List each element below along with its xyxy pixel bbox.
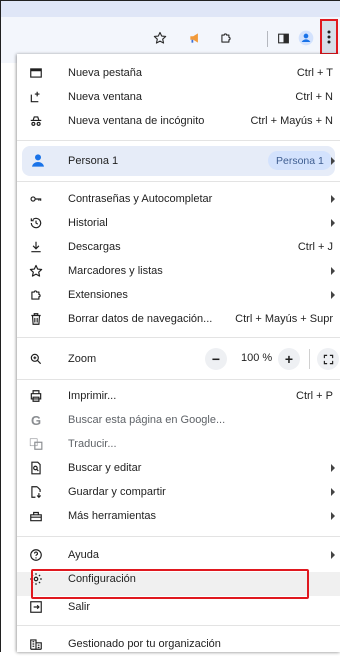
chevron-right-icon [331, 464, 335, 472]
menu-item-label: Contraseñas y Autocompletar [68, 193, 213, 205]
fullscreen-icon [323, 354, 333, 364]
menu-item-more-tools[interactable]: Más herramientas [17, 504, 340, 528]
menu-item-save-share[interactable]: Guardar y compartir [17, 480, 340, 504]
menu-item-label: Salir [68, 601, 91, 613]
menu-separator [17, 379, 340, 380]
chevron-right-icon [331, 267, 335, 275]
google-icon: G [30, 412, 42, 428]
menu-item-label: Marcadores y listas [68, 265, 163, 277]
menu-item-label: Imprimir... [68, 390, 117, 402]
chevron-right-icon [331, 195, 335, 203]
key-icon [27, 190, 45, 208]
star-icon[interactable] [149, 27, 171, 49]
menu-item-exit[interactable]: Salir [17, 595, 340, 619]
find-page-icon [27, 459, 45, 477]
menu-item-clear-data[interactable]: Borrar datos de navegación... Ctrl + May… [17, 307, 340, 331]
exit-icon [27, 598, 45, 616]
menu-item-label: Nueva ventana de incógnito [68, 115, 205, 127]
window-frame-left [0, 0, 1, 652]
menu-separator [17, 140, 340, 141]
menu-item-label: Buscar esta página en Google... [68, 414, 226, 426]
zoom-in-button[interactable]: + [278, 348, 300, 370]
menu-item-shortcut: Ctrl + J [297, 241, 333, 253]
new-window-icon [27, 88, 45, 106]
extension-megaphone-icon[interactable] [184, 27, 206, 49]
chevron-right-icon [331, 291, 335, 299]
chevron-right-icon [331, 219, 335, 227]
menu-item-label: Ayuda [68, 549, 99, 561]
menu-item-label: Guardar y compartir [68, 486, 166, 498]
menu-item-label: Historial [68, 217, 108, 229]
menu-item-translate[interactable]: Traducir... [17, 432, 340, 456]
tab-strip [1, 1, 340, 17]
menu-item-shortcut: Ctrl + Mayús + N [250, 115, 333, 127]
print-icon [27, 387, 45, 405]
menu-separator [17, 625, 340, 626]
menu-item-label: Extensiones [68, 289, 128, 301]
menu-separator [17, 337, 340, 338]
chevron-right-icon [331, 512, 335, 520]
chevron-right-icon [331, 157, 335, 165]
menu-item-label: Buscar y editar [68, 462, 142, 474]
save-share-icon [27, 483, 45, 501]
menu-item-label: Más herramientas [68, 510, 157, 522]
menu-item-label: Zoom [68, 353, 97, 365]
toolbox-icon [27, 507, 45, 525]
menu-item-label: Descargas [68, 241, 121, 253]
extensions-puzzle-icon[interactable] [215, 27, 237, 49]
menu-item-downloads[interactable]: Descargas Ctrl + J [17, 235, 340, 259]
menu-item-new-window[interactable]: Nueva ventana Ctrl + N [17, 85, 340, 109]
incognito-icon [27, 112, 45, 130]
chevron-right-icon [331, 488, 335, 496]
menu-item-new-tab[interactable]: Nueva pestaña Ctrl + T [17, 61, 340, 85]
menu-item-shortcut: Ctrl + P [296, 390, 333, 402]
star-icon [27, 262, 45, 280]
menu-item-extensions[interactable]: Extensiones [17, 283, 340, 307]
zoom-out-button[interactable]: − [205, 348, 227, 370]
menu-item-passwords[interactable]: Contraseñas y Autocompletar [17, 187, 340, 211]
menu-item-find-edit[interactable]: Buscar y editar [17, 456, 340, 480]
more-menu-button[interactable] [320, 19, 338, 55]
menu-item-managed[interactable]: Gestionado por tu organización [17, 632, 340, 656]
menu-item-help[interactable]: Ayuda [17, 543, 340, 567]
fullscreen-button[interactable] [317, 348, 339, 370]
building-icon [27, 635, 45, 653]
menu-item-incognito[interactable]: Nueva ventana de incógnito Ctrl + Mayús … [17, 109, 340, 133]
menu-item-label: Traducir... [68, 438, 117, 450]
extensions-puzzle-icon [27, 286, 45, 304]
menu-item-bookmarks[interactable]: Marcadores y listas [17, 259, 340, 283]
toolbar-separator [267, 31, 268, 47]
new-tab-icon [27, 64, 45, 82]
menu-item-label: Borrar datos de navegación... [68, 313, 213, 325]
translate-icon [27, 435, 45, 453]
menu-item-zoom: Zoom − 100 % + [17, 343, 340, 375]
avatar-icon [30, 152, 46, 171]
menu-item-search-google[interactable]: G Buscar esta página en Google... [17, 408, 340, 432]
profile-badge: Persona 1 [268, 151, 332, 170]
menu-item-label: Nueva ventana [68, 91, 142, 103]
chrome-main-menu: Nueva pestaña Ctrl + T Nueva ventana Ctr… [17, 54, 340, 652]
zoom-icon [27, 350, 45, 368]
profile-name: Persona 1 [68, 155, 119, 167]
menu-item-shortcut: Ctrl + T [296, 67, 333, 79]
zoom-level: 100 % [241, 352, 273, 364]
profile-icon[interactable] [295, 27, 317, 49]
trash-icon [27, 310, 45, 328]
menu-item-label: Nueva pestaña [68, 67, 142, 79]
menu-separator [17, 536, 340, 537]
history-icon [27, 214, 45, 232]
menu-item-shortcut: Ctrl + Mayús + Supr [235, 313, 333, 325]
zoom-separator [309, 349, 310, 369]
menu-item-shortcut: Ctrl + N [295, 91, 333, 103]
menu-item-history[interactable]: Historial [17, 211, 340, 235]
menu-item-profile[interactable]: Persona 1 Persona 1 [22, 146, 335, 176]
menu-separator [17, 181, 340, 182]
menu-item-label: Gestionado por tu organización [68, 638, 221, 650]
download-icon [27, 238, 45, 256]
menu-item-print[interactable]: Imprimir... Ctrl + P [17, 384, 340, 408]
help-icon [27, 546, 45, 564]
side-panel-icon[interactable] [272, 27, 294, 49]
chevron-right-icon [331, 551, 335, 559]
